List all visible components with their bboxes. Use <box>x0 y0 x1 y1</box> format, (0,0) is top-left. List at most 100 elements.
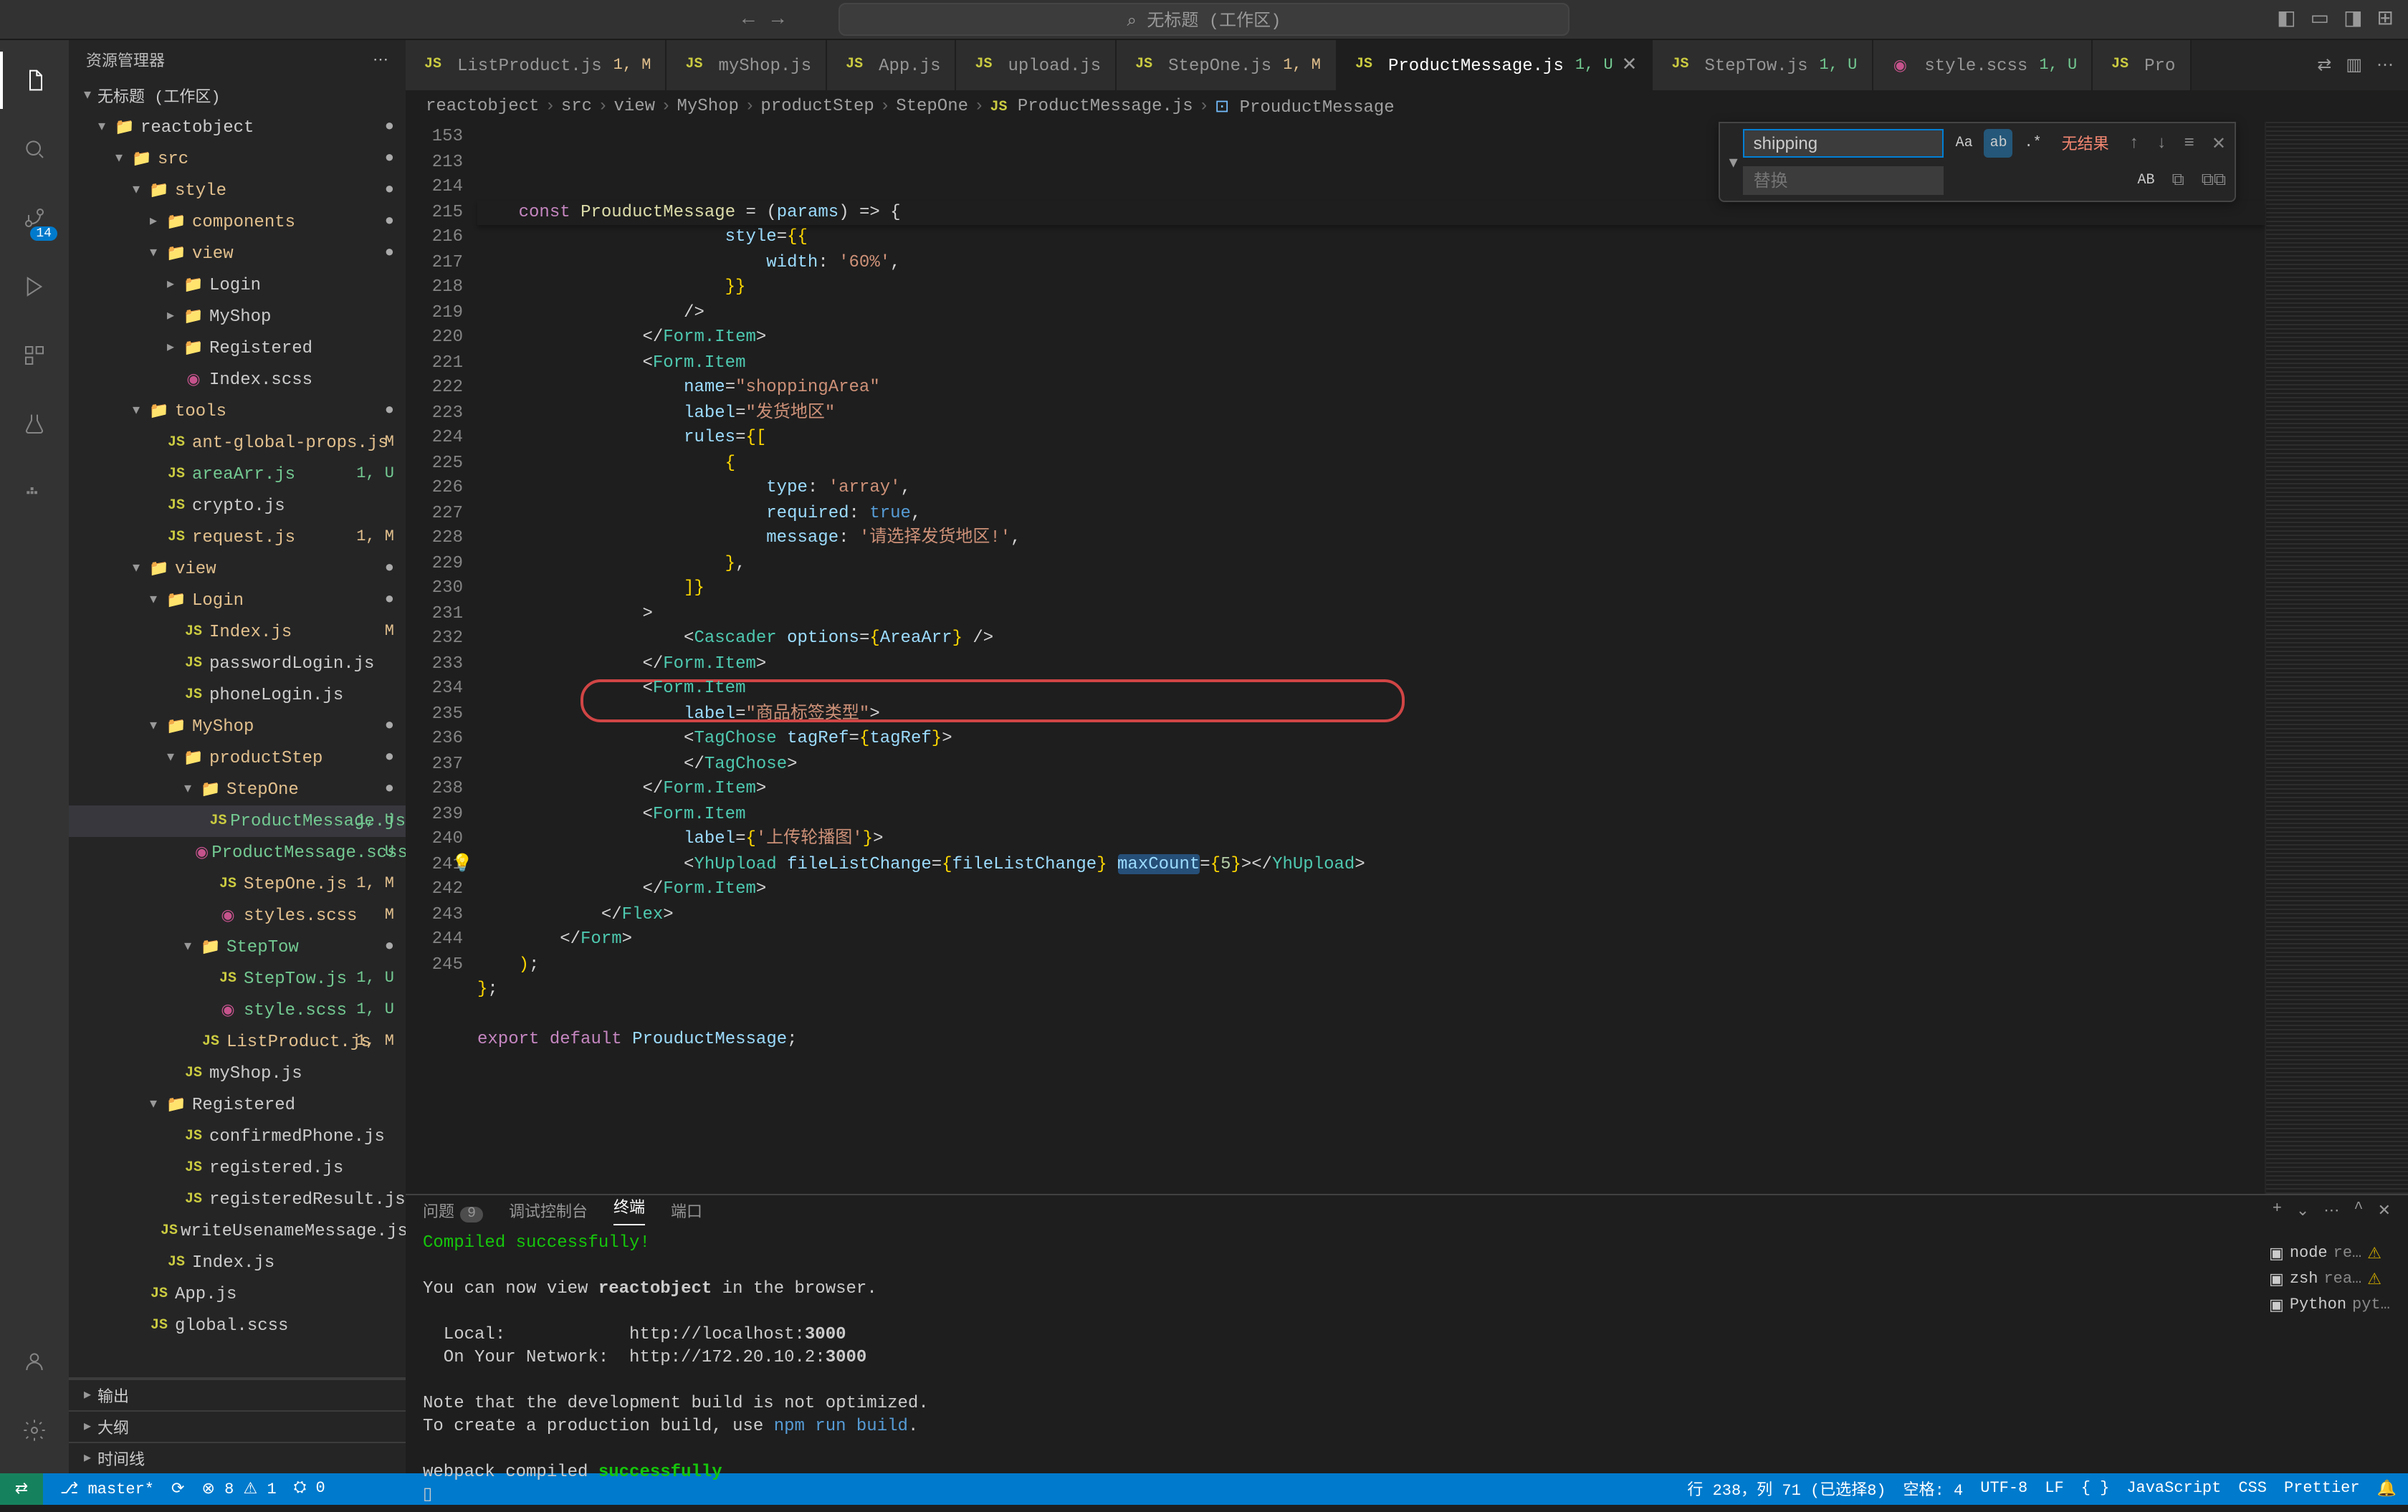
activity-debug[interactable] <box>0 258 69 315</box>
remote-button[interactable]: ⇄ <box>0 1473 43 1505</box>
panel-tab-problems[interactable]: 问题9 <box>423 1199 483 1222</box>
status-branch[interactable]: ⎇ master* <box>60 1479 154 1499</box>
tree-item[interactable]: ▾📁style● <box>69 175 406 206</box>
breadcrumb-item[interactable]: JS ProductMessage.js <box>990 96 1193 116</box>
breadcrumb-item[interactable]: MyShop <box>677 96 739 116</box>
replace-one-icon[interactable]: ⧉ <box>2166 171 2190 191</box>
terminal-new-icon[interactable]: + <box>2273 1200 2282 1220</box>
status-sync[interactable]: ⟳ <box>171 1479 184 1499</box>
tree-item[interactable]: JSpasswordLogin.js <box>69 648 406 679</box>
nav-forward[interactable]: → <box>772 8 784 31</box>
tree-item[interactable]: ▾📁StepTow● <box>69 932 406 963</box>
layout-panel-icon[interactable]: ▭ <box>2311 7 2329 32</box>
tree-item[interactable]: ▾📁MyShop● <box>69 711 406 742</box>
tree-item[interactable]: JSIndex.jsM <box>69 616 406 648</box>
find-next-icon[interactable]: ↓ <box>2151 133 2172 153</box>
find-toggle-replace[interactable]: ▾ <box>1724 126 1744 198</box>
editor-tab[interactable]: JSmyShop.js <box>666 40 827 90</box>
tree-item[interactable]: ◉style.scss1, U <box>69 995 406 1026</box>
activity-docker[interactable] <box>0 464 69 522</box>
tree-item[interactable]: JSconfirmedPhone.js <box>69 1121 406 1152</box>
panel-maximize-icon[interactable]: ^ <box>2354 1200 2363 1220</box>
find-case-icon[interactable]: Aa <box>1950 129 1979 158</box>
tree-item[interactable]: JSphoneLogin.js <box>69 679 406 711</box>
activity-settings[interactable] <box>0 1402 69 1459</box>
minimap[interactable] <box>2265 122 2408 1194</box>
tree-item[interactable]: JScrypto.js <box>69 490 406 522</box>
nav-back[interactable]: ← <box>742 8 755 31</box>
find-regex-icon[interactable]: .* <box>2019 129 2048 158</box>
tree-item[interactable]: ▾📁productStep● <box>69 742 406 774</box>
tree-item[interactable]: ▾📁src● <box>69 143 406 175</box>
tree-item[interactable]: JSStepTow.js1, U <box>69 963 406 995</box>
tree-item[interactable]: ▾📁view● <box>69 553 406 585</box>
tree-item[interactable]: ▸📁MyShop <box>69 301 406 332</box>
split-icon[interactable]: ▥ <box>2346 54 2362 76</box>
lightbulb-icon[interactable]: 💡 <box>452 852 473 877</box>
terminal-item[interactable]: ▣node re… ⚠ <box>2263 1241 2399 1267</box>
tree-item[interactable]: ▾📁Registered <box>69 1089 406 1121</box>
editor-tab[interactable]: JSListProduct.js1, M <box>406 40 666 90</box>
breadcrumb-item[interactable]: StepOne <box>896 96 968 116</box>
status-problems[interactable]: ⊗ 8 ⚠ 1 <box>201 1479 276 1499</box>
panel-tab-ports[interactable]: 端口 <box>671 1199 702 1222</box>
activity-explorer[interactable] <box>0 52 69 109</box>
terminal-split-icon[interactable]: ⌄ <box>2296 1200 2309 1220</box>
sidebar-more-icon[interactable]: ⋯ <box>373 50 388 70</box>
tree-item[interactable]: JSrequest.js1, M <box>69 522 406 553</box>
breadcrumb-item[interactable]: src <box>561 96 592 116</box>
activity-search[interactable] <box>0 120 69 178</box>
terminal-more-icon[interactable]: ⋯ <box>2323 1200 2339 1220</box>
tree-item[interactable]: ▾📁StepOne● <box>69 774 406 805</box>
status-ports[interactable]: ⛭ 0 <box>294 1480 325 1498</box>
tree-item[interactable]: ▸📁Login <box>69 269 406 301</box>
breadcrumb-item[interactable]: ⊡ ProuductMessage <box>1215 95 1395 117</box>
tree-item[interactable]: ▸📁Registered <box>69 332 406 364</box>
terminal-item[interactable]: ▣Python pyt… <box>2263 1293 2399 1319</box>
tree-item[interactable]: ▾📁view● <box>69 238 406 269</box>
tree-item[interactable]: ▸📁components● <box>69 206 406 238</box>
workspace-header[interactable]: ▾无标题 (工作区) <box>69 80 406 112</box>
activity-extensions[interactable] <box>0 327 69 384</box>
terminal-item[interactable]: ▣zsh rea… ⚠ <box>2263 1267 2399 1293</box>
tree-item[interactable]: ◉ProductMessage.scssU <box>69 837 406 869</box>
find-prev-icon[interactable]: ↑ <box>2123 133 2145 153</box>
replace-all-icon[interactable]: ⧉⧉ <box>2196 171 2232 191</box>
tree-item[interactable]: JSareaArr.js1, U <box>69 459 406 490</box>
editor-tab[interactable]: JSProductMessage.js1, U✕ <box>1337 40 1653 90</box>
find-selection-icon[interactable]: ≡ <box>2178 133 2199 153</box>
editor-tab[interactable]: JSStepTow.js1, U <box>1653 40 1873 90</box>
sidebar-section[interactable]: ▸ 大纲 <box>69 1410 406 1442</box>
breadcrumb-item[interactable]: reactobject <box>426 96 539 116</box>
tree-item[interactable]: ◉Index.scss <box>69 364 406 396</box>
tree-item[interactable]: JSregisteredResult.js <box>69 1184 406 1215</box>
breadcrumb-item[interactable]: view <box>613 96 655 116</box>
tree-item[interactable]: JSListProduct.js1, M <box>69 1026 406 1058</box>
sidebar-section[interactable]: ▸ 时间线 <box>69 1442 406 1473</box>
tree-item[interactable]: JSwriteUsenameMessage.js <box>69 1215 406 1247</box>
tree-item[interactable]: ◉styles.scssM <box>69 900 406 932</box>
tree-item[interactable]: JSStepOne.js1, M <box>69 869 406 900</box>
tab-close-icon[interactable]: ✕ <box>1622 54 1638 76</box>
panel-tab-debug[interactable]: 调试控制台 <box>509 1199 588 1222</box>
activity-account[interactable] <box>0 1333 69 1390</box>
activity-testing[interactable] <box>0 396 69 453</box>
breadcrumb-item[interactable]: productStep <box>760 96 874 116</box>
terminal-output[interactable]: Compiled successfully! You can now view … <box>406 1225 2408 1512</box>
replace-input[interactable] <box>1744 166 1944 195</box>
find-close-icon[interactable]: ✕ <box>2206 133 2232 154</box>
editor-tab[interactable]: JSStepOne.js1, M <box>1117 40 1337 90</box>
tree-item[interactable]: JSApp.js <box>69 1278 406 1310</box>
tree-item[interactable]: JSregistered.js <box>69 1152 406 1184</box>
tree-item[interactable]: ▾📁reactobject● <box>69 112 406 143</box>
tree-item[interactable]: ▾📁tools● <box>69 396 406 427</box>
tree-item[interactable]: JSmyShop.js <box>69 1058 406 1089</box>
editor-tab[interactable]: JSApp.js <box>827 40 956 90</box>
command-center[interactable]: ⌕ 无标题 (工作区) <box>838 3 1569 36</box>
panel-tab-terminal[interactable]: 终端 <box>613 1195 645 1225</box>
tree-item[interactable]: JSProductMessage.js1, U <box>69 805 406 837</box>
layout-custom-icon[interactable]: ⊞ <box>2377 7 2394 32</box>
code-content[interactable]: const ProuductMessage = (params) => { st… <box>477 122 2265 1194</box>
find-input[interactable] <box>1744 129 1944 158</box>
breadcrumb[interactable]: reactobject›src›view›MyShop›productStep›… <box>406 90 2408 122</box>
